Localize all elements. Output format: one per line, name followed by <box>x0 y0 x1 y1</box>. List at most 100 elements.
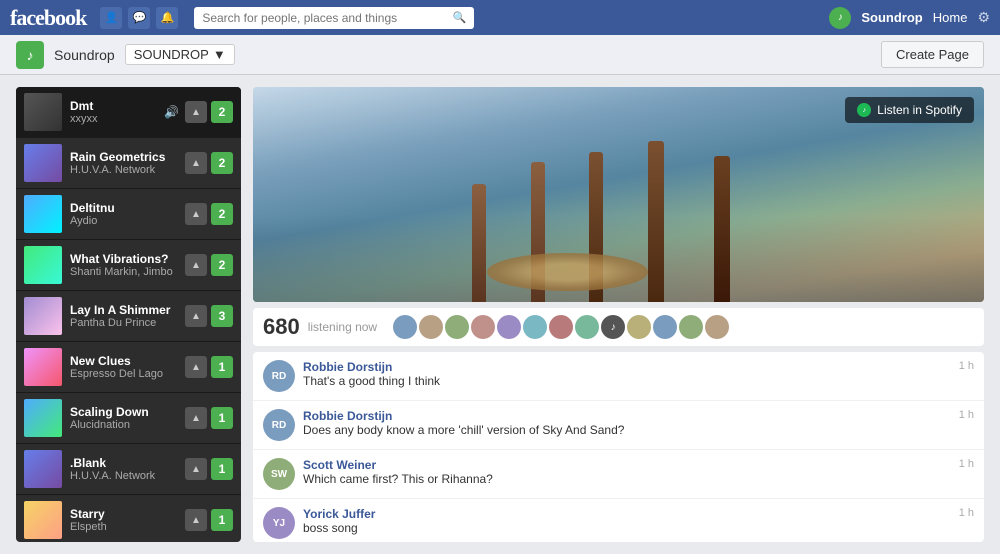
comment-text: Does any body know a more 'chill' versio… <box>303 423 951 437</box>
user-avatar-icon: ♪ <box>829 7 851 29</box>
nav-right-section: ♪ Soundrop Home ⚙ <box>829 7 990 29</box>
spotify-listen-button[interactable]: ♪ Listen in Spotify <box>845 97 974 123</box>
playlist-item[interactable]: What Vibrations?Shanti Markin, Jimbo▲2 <box>16 240 241 291</box>
vote-count: 1 <box>211 356 233 378</box>
dropdown-arrow-icon: ▼ <box>213 47 226 62</box>
track-actions: 🔊▲2 <box>164 101 233 123</box>
notifications-icon[interactable]: 🔔 <box>156 7 178 29</box>
search-icon: 🔍 <box>453 11 467 24</box>
track-actions: ▲2 <box>185 152 233 174</box>
track-artist: H.U.V.A. Network <box>70 164 177 176</box>
track-thumbnail <box>24 399 62 437</box>
track-title: Lay In A Shimmer <box>70 303 177 317</box>
listener-avatar-music: ♪ <box>601 315 625 339</box>
search-input[interactable] <box>202 11 452 25</box>
soundrop-dropdown[interactable]: SOUNDROP ▼ <box>125 44 235 65</box>
upvote-button[interactable]: ▲ <box>185 254 207 276</box>
comment-item: SWScott WeinerWhich came first? This or … <box>253 450 984 499</box>
upvote-button[interactable]: ▲ <box>185 152 207 174</box>
comment-username[interactable]: Robbie Dorstijn <box>303 409 951 423</box>
vote-count: 2 <box>211 203 233 225</box>
track-info: StarryElspeth <box>70 507 177 533</box>
settings-gear-icon[interactable]: ⚙ <box>977 9 990 26</box>
sub-navigation: ♪ Soundrop SOUNDROP ▼ Create Page <box>0 35 1000 75</box>
listener-avatars: ♪ <box>393 315 729 339</box>
track-thumbnail <box>24 348 62 386</box>
spotify-btn-label: Listen in Spotify <box>877 103 962 117</box>
vote-count: 1 <box>211 509 233 531</box>
comment-avatar: SW <box>263 458 295 490</box>
playlist-panel: Dmtxxyxx🔊▲2Rain GeometricsH.U.V.A. Netwo… <box>16 87 241 542</box>
comment-text: That's a good thing I think <box>303 374 951 388</box>
playlist-item[interactable]: Lay In A ShimmerPantha Du Prince ▲3 <box>16 291 241 342</box>
comments-section: RDRobbie DorstijnThat's a good thing I t… <box>253 352 984 542</box>
playlist-item[interactable]: New CluesEspresso Del Lago ▲1 <box>16 342 241 393</box>
comment-username[interactable]: Scott Weiner <box>303 458 951 472</box>
comment-timestamp: 1 h <box>959 409 974 421</box>
playlist-item[interactable]: Dmtxxyxx🔊▲2 <box>16 87 241 138</box>
track-title: New Clues <box>70 354 177 368</box>
hero-image: ♪ Listen in Spotify <box>253 87 984 302</box>
comment-item: RDRobbie DorstijnDoes any body know a mo… <box>253 401 984 450</box>
upvote-button[interactable]: ▲ <box>185 458 207 480</box>
listener-count: 680 <box>263 314 300 340</box>
upvote-button[interactable]: ▲ <box>185 203 207 225</box>
comment-username[interactable]: Robbie Dorstijn <box>303 360 951 374</box>
playlist-item[interactable]: DeltitnuAydio ▲2 <box>16 189 241 240</box>
vote-count: 1 <box>211 407 233 429</box>
playlist-item[interactable]: Rain GeometricsH.U.V.A. Network ▲2 <box>16 138 241 189</box>
track-thumbnail <box>24 246 62 284</box>
soundrop-app-icon: ♪ <box>16 41 44 69</box>
track-actions: ▲1 <box>185 407 233 429</box>
track-actions: ▲3 <box>185 305 233 327</box>
track-actions: ▲1 <box>185 509 233 531</box>
upvote-button[interactable]: ▲ <box>185 356 207 378</box>
comment-body: Robbie DorstijnThat's a good thing I thi… <box>303 360 951 388</box>
friends-icon[interactable]: 👤 <box>100 7 122 29</box>
upvote-button[interactable]: ▲ <box>185 305 207 327</box>
listener-avatar <box>523 315 547 339</box>
right-panel: ♪ Listen in Spotify 680 listening now ♪ <box>253 87 984 542</box>
track-info: Dmtxxyxx <box>70 99 156 125</box>
track-info: Scaling DownAlucidnation <box>70 405 177 431</box>
track-thumbnail <box>24 501 62 539</box>
track-artist: Aydio <box>70 215 177 227</box>
track-title: .Blank <box>70 456 177 470</box>
speaker-icon: 🔊 <box>164 105 179 119</box>
vote-count: 3 <box>211 305 233 327</box>
track-title: Starry <box>70 507 177 521</box>
listener-avatar <box>471 315 495 339</box>
search-bar[interactable]: 🔍 <box>194 7 474 29</box>
nav-username[interactable]: Soundrop <box>861 10 922 25</box>
track-thumbnail <box>24 297 62 335</box>
listener-avatar <box>497 315 521 339</box>
listener-avatar <box>445 315 469 339</box>
track-title: Rain Geometrics <box>70 150 177 164</box>
listener-avatar <box>575 315 599 339</box>
track-actions: ▲1 <box>185 356 233 378</box>
listener-avatar <box>679 315 703 339</box>
comment-timestamp: 1 h <box>959 360 974 372</box>
comment-item: RDRobbie DorstijnThat's a good thing I t… <box>253 352 984 401</box>
playlist-item[interactable]: .BlankH.U.V.A. Network▲1 <box>16 444 241 495</box>
vote-count: 1 <box>211 458 233 480</box>
track-artist: Pantha Du Prince <box>70 317 177 329</box>
upvote-button[interactable]: ▲ <box>185 509 207 531</box>
listener-avatar <box>419 315 443 339</box>
playlist-item[interactable]: StarryElspeth ▲1 <box>16 495 241 542</box>
playlist-item[interactable]: Scaling DownAlucidnation ▲1 <box>16 393 241 444</box>
track-info: Rain GeometricsH.U.V.A. Network <box>70 150 177 176</box>
upvote-button[interactable]: ▲ <box>185 407 207 429</box>
upvote-button[interactable]: ▲ <box>185 101 207 123</box>
track-thumbnail <box>24 195 62 233</box>
nav-icon-group: 👤 💬 🔔 <box>100 7 178 29</box>
comment-item: YJYorick Jufferboss song1 h <box>253 499 984 542</box>
track-info: New CluesEspresso Del Lago <box>70 354 177 380</box>
home-link[interactable]: Home <box>933 10 968 25</box>
create-page-button[interactable]: Create Page <box>881 41 984 68</box>
comment-username[interactable]: Yorick Juffer <box>303 507 951 521</box>
messages-icon[interactable]: 💬 <box>128 7 150 29</box>
track-artist: Alucidnation <box>70 419 177 431</box>
main-content: Dmtxxyxx🔊▲2Rain GeometricsH.U.V.A. Netwo… <box>0 75 1000 554</box>
track-title: Deltitnu <box>70 201 177 215</box>
